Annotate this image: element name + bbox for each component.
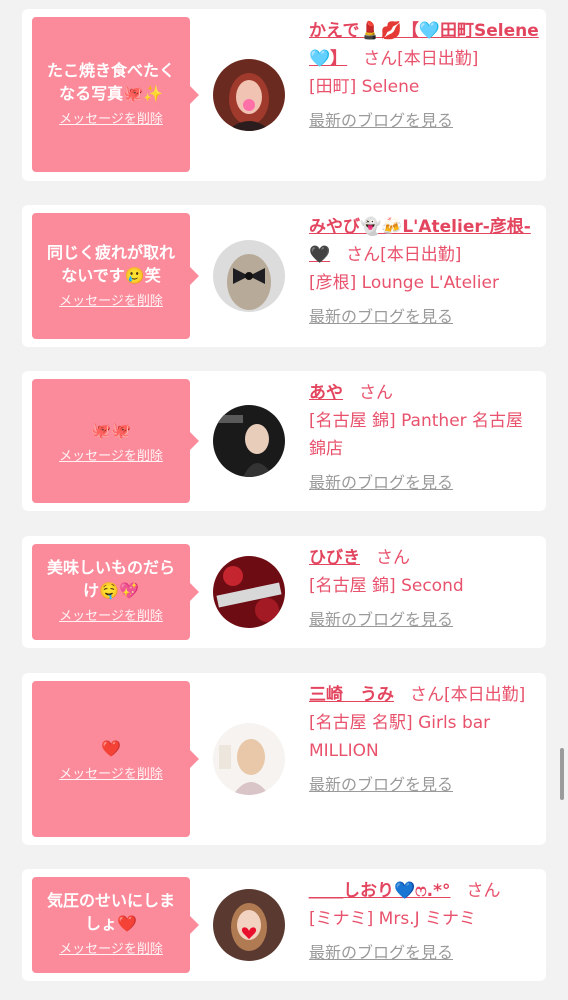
message-text: 🐙🐙: [91, 421, 131, 440]
latest-blog-link[interactable]: 最新のブログを見る: [309, 606, 453, 634]
message-bubble: ❤️ メッセージを削除: [32, 681, 199, 837]
message-bubble: 同じく疲れが取れないです🥲笑 メッセージを削除: [32, 213, 199, 339]
avatar[interactable]: [213, 889, 285, 961]
list-item: 気圧のせいにしましょ❤️ メッセージを削除 ＿＿しおり💙ෆ.*° さん [ミナミ]…: [22, 869, 546, 981]
avatar[interactable]: [213, 556, 285, 628]
avatar[interactable]: [213, 240, 285, 312]
woman-photo-icon: [213, 59, 285, 131]
list-item: 美味しいものだらけ🤤💖 メッセージを削除 ひびき さん [名古屋 錦] Secon…: [22, 536, 546, 648]
sender-name-link[interactable]: ひびき: [309, 548, 360, 568]
delete-message-button[interactable]: メッセージを削除: [59, 941, 163, 959]
million-photo-icon: [213, 723, 285, 795]
latest-blog-link[interactable]: 最新のブログを見る: [309, 771, 453, 799]
shop-name: [名古屋 錦] Panther 名古屋錦店: [309, 411, 524, 459]
latest-blog-link[interactable]: 最新のブログを見る: [309, 939, 453, 967]
message-bubble: 気圧のせいにしましょ❤️ メッセージを削除: [32, 877, 199, 973]
delete-message-button[interactable]: メッセージを削除: [59, 448, 163, 466]
shop-name: [名古屋 名駅] Girls bar MILLION: [309, 713, 491, 761]
sender-info: ひびき さん [名古屋 錦] Second 最新のブログを見る: [309, 544, 539, 634]
latest-blog-link[interactable]: 最新のブログを見る: [309, 107, 453, 135]
sender-name-link[interactable]: 三崎 うみ: [309, 685, 394, 705]
message-bubble: 美味しいものだらけ🤤💖 メッセージを削除: [32, 544, 199, 640]
honorific-label: さん: [410, 685, 444, 705]
panther-photo-icon: [213, 405, 285, 477]
shop-name: [名古屋 錦] Second: [309, 576, 464, 596]
honorific-label: さん: [346, 245, 381, 265]
status-badge: [本日出勤]: [444, 685, 526, 705]
shop-name: [田町] Selene: [309, 77, 420, 97]
shop-name: [彦根] Lounge L'Atelier: [309, 273, 499, 293]
message-text: たこ焼き食べたくなる写真🐙✨: [46, 61, 175, 103]
heart-photo-icon: [213, 889, 285, 961]
latest-blog-link[interactable]: 最新のブログを見る: [309, 469, 453, 497]
sender-name-link[interactable]: あや: [309, 383, 343, 403]
scrollbar[interactable]: [560, 748, 564, 800]
second-logo-icon: [213, 556, 285, 628]
sender-info: かえで💄💋【🩵田町Selene🩵】 さん[本日出勤] [田町] Selene 最新…: [309, 17, 539, 135]
sender-info: あや さん [名古屋 錦] Panther 名古屋錦店 最新のブログを見る: [309, 379, 539, 497]
list-item: ❤️ メッセージを削除 三崎 うみ さん[本日出勤] [名古屋 名駅] Girls…: [22, 673, 546, 845]
sender-info: ＿＿しおり💙ෆ.*° さん [ミナミ] Mrs.J ミナミ 最新のブログを見る: [309, 877, 539, 967]
hair-bow-photo-icon: [213, 240, 285, 312]
sender-name-link[interactable]: ＿＿しおり💙ෆ.*°: [309, 881, 451, 901]
honorific-label: さん: [466, 881, 501, 901]
message-text: 美味しいものだらけ🤤💖: [46, 558, 175, 600]
latest-blog-link[interactable]: 最新のブログを見る: [309, 303, 453, 331]
status-badge: [本日出勤]: [380, 245, 462, 265]
honorific-label: さん: [359, 383, 393, 403]
delete-message-button[interactable]: メッセージを削除: [59, 111, 163, 129]
delete-message-button[interactable]: メッセージを削除: [59, 293, 163, 311]
delete-message-button[interactable]: メッセージを削除: [59, 766, 163, 784]
status-badge: [本日出勤]: [397, 49, 479, 69]
list-item: 🐙🐙 メッセージを削除 あや さん [名古屋 錦] Panther 名古屋錦店 最…: [22, 371, 546, 511]
message-list: たこ焼き食べたくなる写真🐙✨ メッセージを削除 かえで💄💋【🩵田町Selene🩵…: [0, 0, 568, 1000]
sender-info: みやび👻🍻L'Atelier-彦根-🖤 さん[本日出勤] [彦根] Lounge …: [309, 213, 539, 331]
list-item: たこ焼き食べたくなる写真🐙✨ メッセージを削除 かえで💄💋【🩵田町Selene🩵…: [22, 9, 546, 181]
avatar[interactable]: [213, 59, 285, 131]
message-text: 同じく疲れが取れないです🥲笑: [46, 243, 175, 285]
shop-name: [ミナミ] Mrs.J ミナミ: [309, 909, 477, 929]
sender-info: 三崎 うみ さん[本日出勤] [名古屋 名駅] Girls bar MILLION…: [309, 681, 539, 799]
list-item: 同じく疲れが取れないです🥲笑 メッセージを削除 みやび👻🍻L'Atelier-彦…: [22, 205, 546, 347]
message-text: ❤️: [101, 739, 121, 758]
honorific-label: さん: [376, 548, 410, 568]
message-bubble: 🐙🐙 メッセージを削除: [32, 379, 199, 503]
message-text: 気圧のせいにしましょ❤️: [46, 891, 175, 933]
honorific-label: さん: [363, 49, 398, 69]
message-bubble: たこ焼き食べたくなる写真🐙✨ メッセージを削除: [32, 17, 199, 172]
delete-message-button[interactable]: メッセージを削除: [59, 608, 163, 626]
avatar[interactable]: [213, 405, 285, 477]
avatar[interactable]: [213, 723, 285, 795]
